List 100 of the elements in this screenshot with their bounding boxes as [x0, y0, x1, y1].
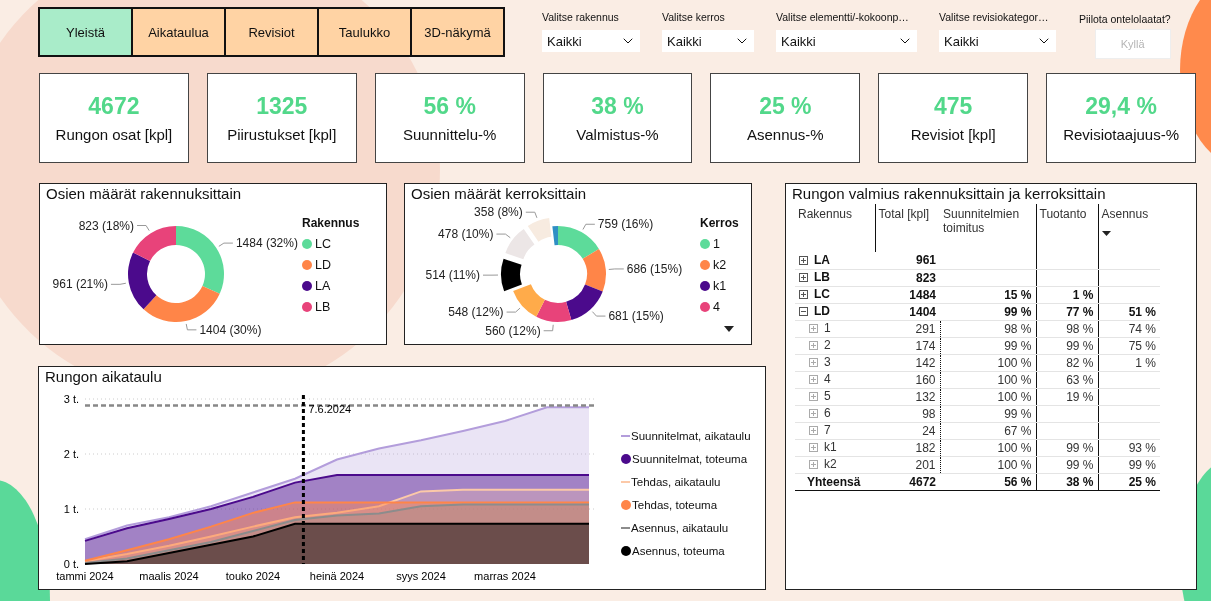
row-label: 6: [824, 406, 831, 421]
legend-label: Suunnitelmat, toteuma: [632, 453, 748, 465]
row-label: LC: [814, 287, 830, 302]
data-label: 358 (8%): [474, 205, 523, 220]
table-cell: 99 %: [1066, 440, 1094, 455]
kpi-value: 25 %: [759, 93, 812, 120]
row-label: 1: [824, 321, 831, 336]
legend-label: LC: [315, 237, 331, 251]
leader-line: [136, 225, 150, 232]
filter-label: Valitse elementti/-kokoonp…: [776, 11, 910, 24]
filter-dropdown[interactable]: Kaikki: [542, 30, 640, 52]
row-label: k1: [824, 440, 837, 455]
table-cell: 77 %: [1066, 304, 1094, 319]
table-cell: 100 %: [997, 372, 1032, 387]
row-label: 4: [824, 372, 831, 387]
table-cell: 38 %: [1066, 474, 1094, 489]
axis-label: tammi 2024: [56, 570, 114, 582]
data-label: 514 (11%): [425, 268, 480, 283]
leader-line: [543, 324, 554, 332]
data-label: 1484 (32%): [235, 236, 298, 251]
filter-label: Valitse kerros: [662, 11, 726, 24]
kpi-value: 29,4 %: [1085, 93, 1157, 120]
axis-label: 2 t.: [63, 448, 79, 460]
axis-label: marras 2024: [474, 570, 536, 582]
table-cell: 142: [915, 355, 936, 370]
data-label: 686 (15%): [626, 261, 683, 276]
kpi-value: 1325: [256, 93, 308, 120]
kpi-value: 4672: [88, 93, 140, 120]
table-cell: 100 %: [997, 440, 1032, 455]
expand-icon[interactable]: [799, 289, 808, 299]
data-label: 560 (12%): [485, 323, 541, 338]
scroll-down-icon[interactable]: [724, 326, 734, 332]
table-cell: 24: [922, 423, 936, 438]
filter-label: Valitse rakennus: [542, 11, 620, 24]
legend-label: Asennus, toteuma: [632, 545, 725, 557]
table-cell: 1484: [909, 287, 936, 302]
table-cell: 56 %: [1004, 474, 1032, 489]
data-label: 961 (21%): [52, 277, 108, 292]
column-header[interactable]: Suunnitelmien toimitus: [943, 207, 1033, 235]
column-header[interactable]: Tuotanto: [1039, 207, 1095, 221]
leader-line: [591, 311, 606, 317]
kpi-value: 38 %: [591, 93, 644, 120]
axis-label: 1 t.: [63, 503, 79, 515]
table-cell: 4672: [909, 474, 936, 489]
filter-dropdown[interactable]: Kaikki: [662, 30, 754, 52]
nav-tab[interactable]: Revisiot: [224, 7, 319, 57]
date-marker-label: 7.6.2024: [308, 402, 352, 415]
chart-title: Osien määrät kerroksittain: [410, 184, 588, 204]
axis-label: touko 2024: [225, 570, 281, 582]
legend-label: LA: [315, 279, 331, 293]
data-label: 759 (16%): [597, 217, 654, 232]
table-cell: 132: [915, 389, 936, 404]
table-cell: 98: [922, 406, 936, 421]
table-cell: 51 %: [1128, 304, 1156, 319]
legend-label: k1: [713, 279, 727, 293]
table-cell: 19 %: [1066, 389, 1094, 404]
kpi-value: 475: [934, 93, 973, 120]
nav-tab[interactable]: 3D-näkymä: [410, 7, 505, 57]
legend-title: Rakennus: [302, 216, 360, 230]
table-cell: 98 %: [1004, 321, 1032, 336]
axis-label: syys 2024: [396, 570, 446, 582]
nav-tab[interactable]: Yleistä: [38, 7, 133, 57]
table-cell: 201: [915, 457, 936, 472]
expand-icon[interactable]: [799, 272, 808, 282]
table-cell: 100 %: [997, 457, 1032, 472]
filter-dropdown[interactable]: Kaikki: [776, 30, 917, 52]
table-cell: 67 %: [1004, 423, 1032, 438]
axis-label: 3 t.: [63, 393, 79, 405]
sort-descending-icon[interactable]: [1101, 231, 1111, 236]
collapse-icon[interactable]: [799, 306, 808, 316]
leader-line: [582, 223, 596, 230]
expand-icon[interactable]: [799, 255, 808, 265]
table-cell: 99 %: [1128, 457, 1156, 472]
table-cell: 99 %: [1066, 457, 1094, 472]
legend-title: Kerros: [700, 216, 739, 230]
legend-label: k2: [713, 258, 727, 272]
column-header[interactable]: Total [kpl]: [878, 207, 937, 221]
leader-line: [482, 274, 499, 276]
legend-label: Tehdas, aikataulu: [631, 476, 721, 488]
row-label: 3: [824, 355, 831, 370]
leader-line: [495, 233, 511, 239]
data-label: 681 (15%): [608, 309, 664, 324]
legend-label: LD: [315, 258, 331, 272]
table-cell: 99 %: [1004, 406, 1032, 421]
table-cell: 99 %: [1004, 304, 1032, 319]
kpi-value: 56 %: [423, 93, 476, 120]
column-header[interactable]: Rakennus: [798, 207, 872, 221]
table-cell: 82 %: [1066, 355, 1094, 370]
table-cell: 15 %: [1004, 287, 1032, 302]
filter-dropdown[interactable]: Kaikki: [939, 30, 1056, 52]
nav-tab[interactable]: Aikataulua: [131, 7, 226, 57]
kpi-label: Suunnittelu-%: [402, 126, 497, 143]
column-header[interactable]: Asennus: [1101, 207, 1157, 221]
table-cell: 75 %: [1128, 338, 1156, 353]
data-label: 478 (10%): [438, 227, 494, 242]
leader-line: [110, 282, 127, 285]
filter-label: Piilota ontelolaatat?: [1079, 13, 1171, 26]
nav-tab[interactable]: Taulukko: [317, 7, 412, 57]
kpi-label: Revisiot [kpl]: [910, 126, 996, 143]
row-label: 2: [824, 338, 831, 353]
